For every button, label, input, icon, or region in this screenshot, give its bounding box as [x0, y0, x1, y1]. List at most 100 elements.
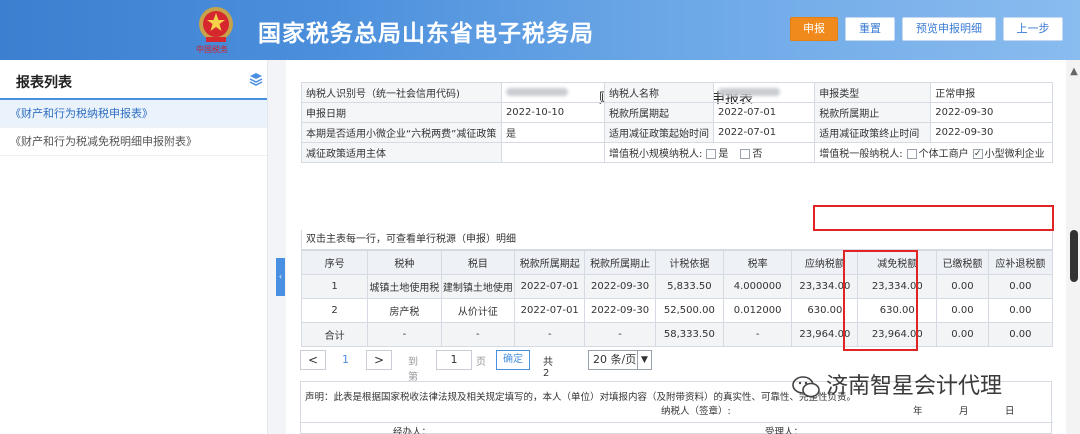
table-row[interactable]: 2 房产税 从价计征 2022-07-01 2022-09-30 52,500.…: [300, 298, 1054, 323]
table-cell: -: [584, 322, 656, 347]
small-scale-taxpayer-group: 增值税小规模纳税人: 是 否: [604, 142, 816, 163]
goto-label: 到第: [408, 357, 418, 383]
label-taxpayer-name: 纳税人名称: [604, 82, 715, 103]
table-cell: 1: [300, 274, 369, 299]
table-cell: 2022-07-01: [514, 298, 586, 323]
small-micro-policy-value: 是: [500, 122, 606, 143]
col-header: 税种: [367, 250, 442, 275]
goto-page-input[interactable]: 1: [436, 350, 472, 370]
page-size-select[interactable]: 20 条/页 ▼: [588, 350, 652, 370]
table-cell: 城镇土地使用税: [367, 274, 442, 299]
label-period-start: 税款所属期起: [604, 102, 715, 123]
report-list-sidebar: 报表列表 《财产和行为税纳税申报表》 《财产和行为税减免税明细申报附表》: [0, 60, 268, 434]
emblem-caption: 中国税务: [196, 45, 228, 54]
filing-date-value: 2022-10-10: [500, 102, 606, 123]
year-label: 年: [913, 406, 923, 417]
chevron-down-icon: ▼: [637, 351, 651, 369]
prev-page-button[interactable]: <: [300, 350, 326, 370]
month-label: 月: [959, 406, 969, 417]
scrollbar-thumb[interactable]: [1070, 230, 1078, 282]
sidebar-collapse-handle[interactable]: ‹: [276, 258, 285, 296]
taxpayer-info-table: 纳税人识别号（统一社会信用代码) 纳税人名称 申报类型 正常申报 申报日期 20…: [301, 82, 1053, 163]
table-cell: -: [514, 322, 586, 347]
col-header: 税款所属期止: [584, 250, 656, 275]
policy-start-value: 2022-07-01: [713, 122, 816, 143]
wechat-icon: [792, 376, 820, 398]
tax-detail-grid: 序号 税种 税目 税款所属期起 税款所属期止 计税依据 税率 应纳税额 减免税额…: [300, 250, 1054, 347]
table-cell: 2: [300, 298, 369, 323]
declaration-text: 声明：此表是根据国家税收法律法规及相关规定填写的，本人（单位）对填报内容（及附带…: [305, 392, 857, 403]
table-cell: 5,833.50: [654, 274, 725, 299]
preview-detail-button[interactable]: 预览申报明细: [902, 17, 996, 41]
table-cell: 0.00: [936, 298, 989, 323]
declaration-signature-row: 经办人： 受理人：: [301, 422, 1053, 434]
col-header: 税款所属期起: [514, 250, 586, 275]
next-page-button[interactable]: >: [366, 350, 392, 370]
table-cell: 建制镇土地使用: [440, 274, 516, 299]
handler-label: 经办人：: [393, 427, 432, 434]
reset-button[interactable]: 重置: [845, 17, 895, 41]
table-cell: 2022-09-30: [584, 274, 656, 299]
label-policy-end: 适用减征政策终止时间: [814, 122, 932, 143]
layers-icon[interactable]: [249, 72, 263, 86]
day-label: 日: [1005, 406, 1015, 417]
agent-label: 受理人：: [765, 427, 804, 434]
table-cell: 0.012000: [722, 298, 793, 323]
taxpayer-id-value: [500, 82, 606, 103]
label-filing-type: 申报类型: [814, 82, 932, 103]
label-policy-start: 适用减征政策起始时间: [604, 122, 715, 143]
small-profit-enterprise-checkbox[interactable]: ✓: [972, 149, 983, 159]
table-row[interactable]: 1 城镇土地使用税 建制镇土地使用 2022-07-01 2022-09-30 …: [300, 274, 1054, 299]
individual-business-checkbox[interactable]: [906, 149, 917, 159]
table-cell: 0.00: [987, 274, 1054, 299]
scroll-up-icon[interactable]: ▲: [1068, 66, 1080, 78]
col-header: 计税依据: [654, 250, 725, 275]
highlight-box-general-taxpayer: [813, 205, 1054, 231]
small-scale-yes-label: 是: [718, 149, 729, 160]
filing-type-value: 正常申报: [930, 82, 1053, 103]
small-scale-yes-checkbox[interactable]: [706, 149, 717, 159]
label-small-micro-policy: 本期是否适用小微企业“六税两费”减征政策: [301, 122, 502, 143]
period-start-value: 2022-07-01: [713, 102, 816, 123]
site-title: 国家税务总局山东省电子税务局: [258, 21, 594, 47]
individual-business-label: 个体工商户: [918, 149, 969, 160]
policy-end-value: 2022-09-30: [930, 122, 1053, 143]
label-taxpayer-id: 纳税人识别号（统一社会信用代码): [301, 82, 502, 103]
label-filing-date: 申报日期: [301, 102, 502, 123]
table-cell: 0.00: [936, 322, 989, 347]
sidebar-header: 报表列表: [0, 60, 267, 100]
current-page[interactable]: 1: [342, 353, 349, 366]
sidebar-item-tax-return[interactable]: 《财产和行为税纳税申报表》: [0, 100, 267, 128]
page-unit-label: 页: [476, 357, 486, 368]
col-header: 应补退税额: [987, 250, 1054, 275]
sidebar-item-relief-schedule[interactable]: 《财产和行为税减免税明细申报附表》: [0, 128, 267, 156]
table-cell: 合计: [300, 322, 369, 347]
table-cell: -: [722, 322, 793, 347]
table-cell: 从价计征: [440, 298, 516, 323]
period-end-value: 2022-09-30: [930, 102, 1053, 123]
label-period-end: 税款所属期止: [814, 102, 932, 123]
table-cell: 2022-07-01: [514, 274, 586, 299]
table-cell: 房产税: [367, 298, 442, 323]
label-small-scale-taxpayer: 增值税小规模纳税人:: [609, 149, 703, 160]
app-header: 中国税务 国家税务总局山东省电子税务局 申报 重置 预览申报明细 上一步: [0, 0, 1080, 60]
small-scale-no-label: 否: [752, 149, 763, 160]
submit-button[interactable]: 申报: [790, 17, 838, 41]
previous-step-button[interactable]: 上一步: [1003, 17, 1063, 41]
total-row: 合计 - - - - 58,333.50 - 23,964.00 23,964.…: [300, 322, 1054, 347]
table-cell: 52,500.00: [654, 298, 725, 323]
page-size-value: 20 条/页: [593, 353, 637, 366]
table-cell: 0.00: [987, 298, 1054, 323]
table-cell: -: [367, 322, 442, 347]
watermark-text: 济南智星会计代理: [826, 374, 1003, 399]
table-cell: 0.00: [987, 322, 1054, 347]
policy-subject-blank: [500, 142, 606, 163]
highlight-box-relief-amount: [843, 250, 918, 351]
general-taxpayer-group: 增值税一般纳税人: 个体工商户 ✓ 小型微利企业: [814, 142, 1053, 163]
small-scale-no-checkbox[interactable]: [740, 149, 751, 159]
table-cell: 4.000000: [722, 274, 793, 299]
goto-confirm-button[interactable]: 确定: [496, 350, 530, 370]
col-header: 税率: [722, 250, 793, 275]
table-cell: 0.00: [936, 274, 989, 299]
grid-header-row: 序号 税种 税目 税款所属期起 税款所属期止 计税依据 税率 应纳税额 减免税额…: [300, 250, 1054, 275]
